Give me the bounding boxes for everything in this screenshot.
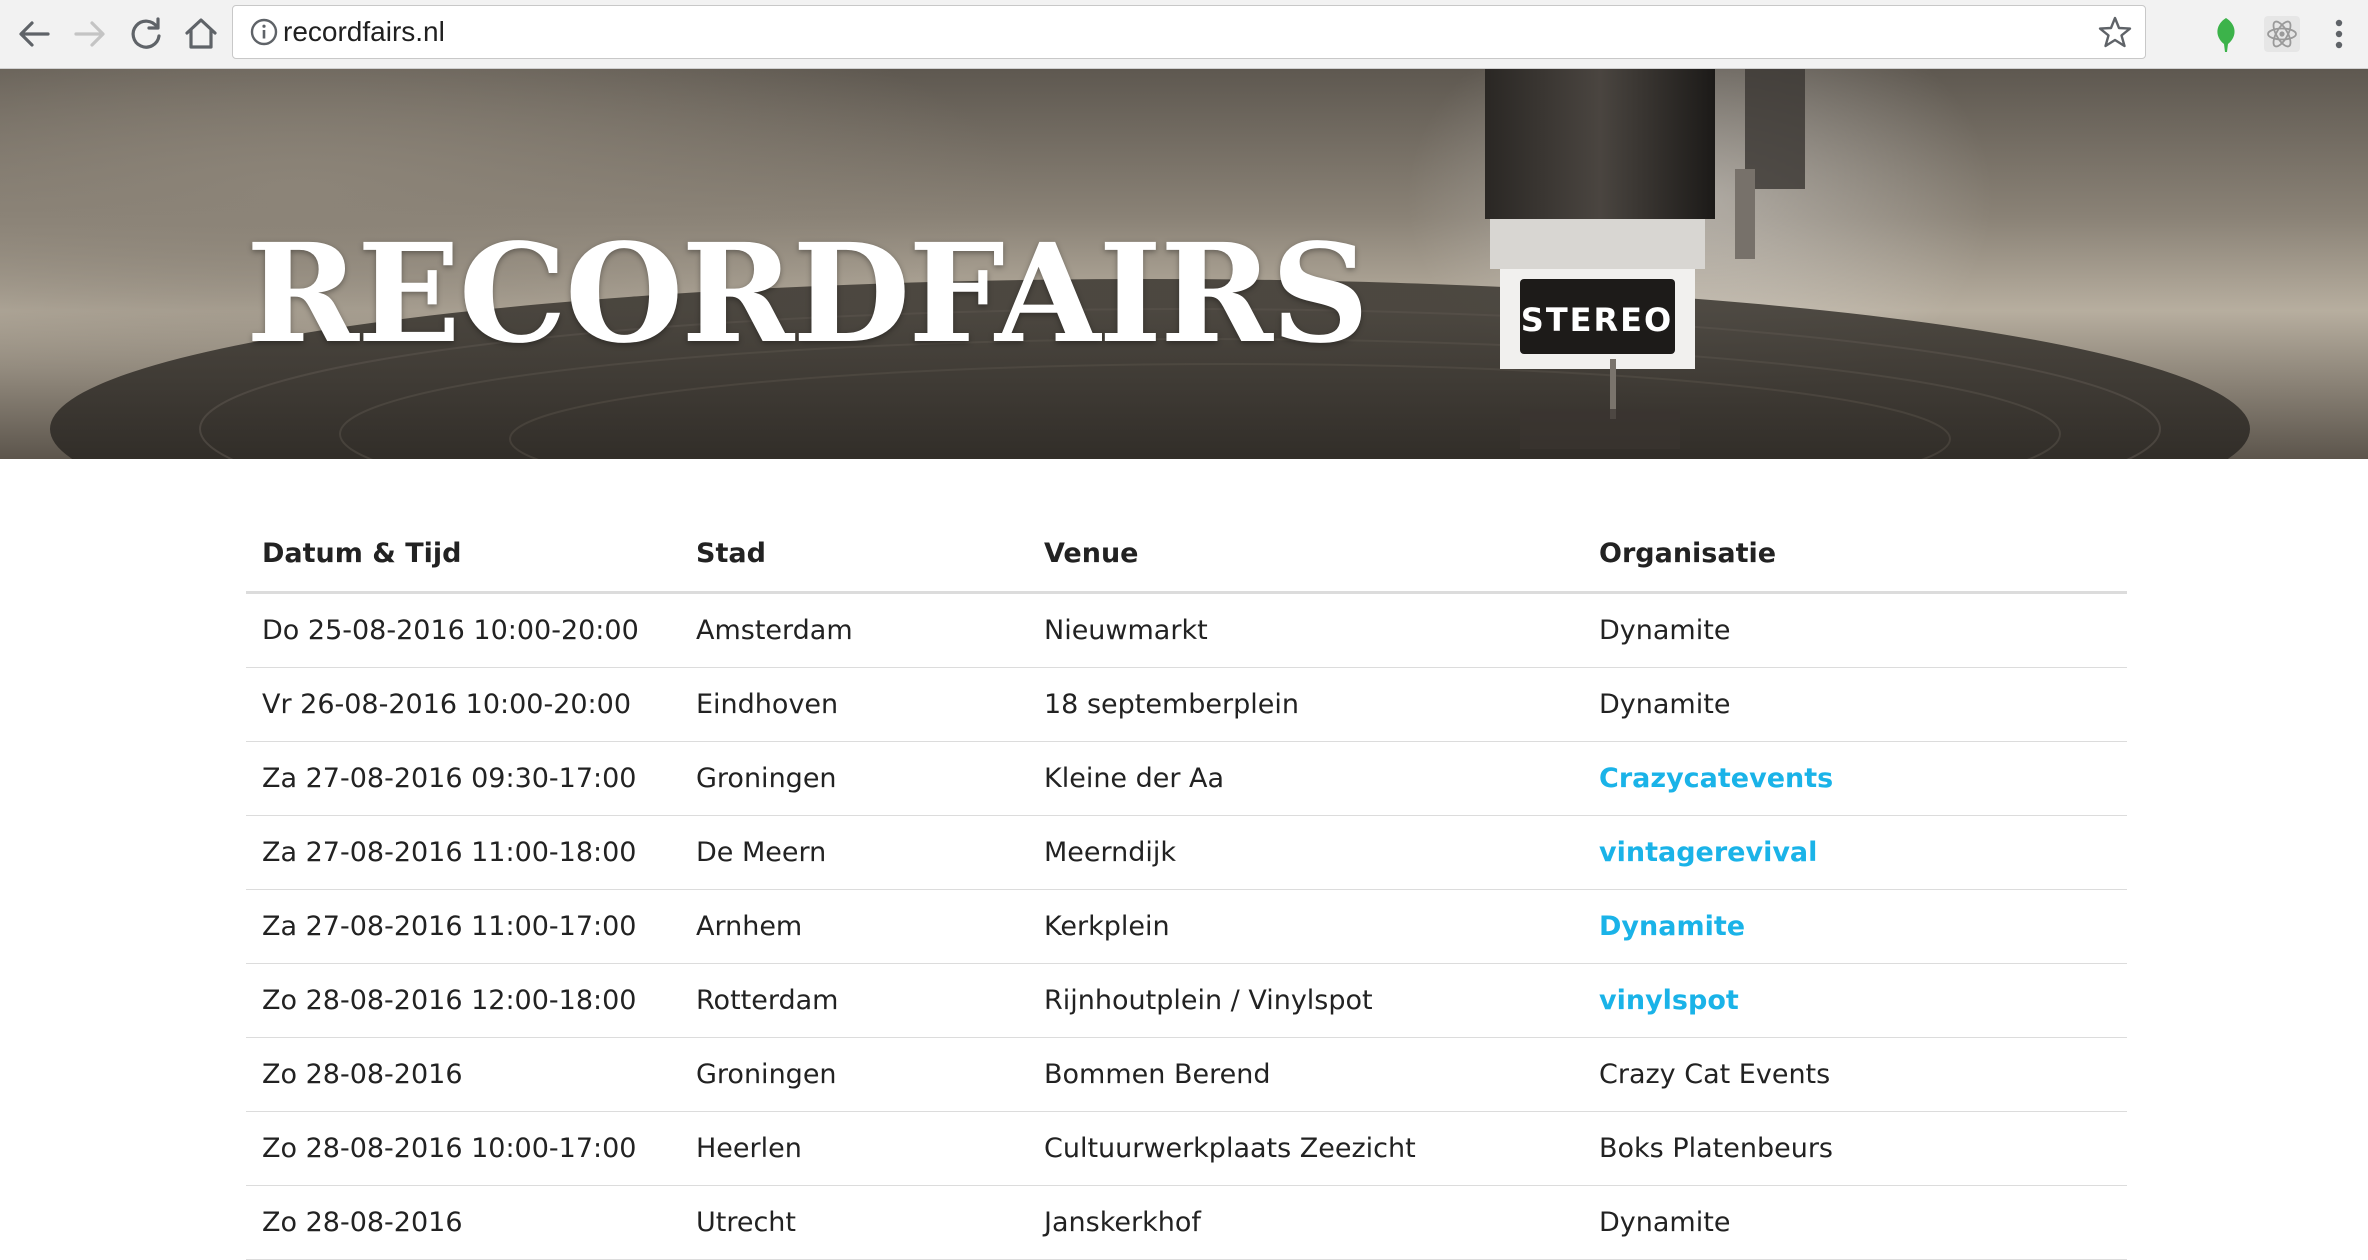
table-row: Zo 28-08-2016 12:00-18:00 Rotterdam Rijn… [246, 963, 2127, 1038]
home-icon[interactable] [177, 10, 225, 58]
cell-date: Za 27-08-2016 11:00-17:00 [246, 889, 680, 964]
header-city: Stad [680, 515, 1028, 594]
cell-date: Zo 28-08-2016 12:00-18:00 [246, 963, 680, 1038]
organisation-link[interactable]: Crazycatevents [1599, 763, 1833, 794]
reload-icon[interactable] [122, 10, 170, 58]
table-header-row: Datum & Tijd Stad Venue Organisatie [246, 515, 2127, 594]
cell-venue: Kerkplein [1028, 889, 1583, 964]
cell-city: Amsterdam [680, 592, 1028, 668]
cell-date: Za 27-08-2016 09:30-17:00 [246, 741, 680, 816]
site-logo-title[interactable]: RECORDFAIRS [246, 219, 1369, 369]
extension-leaf-icon[interactable] [2206, 14, 2246, 54]
cell-organisation: vinylspot [1583, 963, 2127, 1038]
back-arrow-icon[interactable] [10, 10, 58, 58]
site-info-icon[interactable] [249, 17, 279, 47]
cell-venue: Kleine der Aa [1028, 741, 1583, 816]
cell-date: Do 25-08-2016 10:00-20:00 [246, 592, 680, 668]
cell-venue: Janskerkhof [1028, 1185, 1583, 1260]
table-row: Zo 28-08-2016 Utrecht Janskerkhof Dynami… [246, 1185, 2127, 1260]
cell-organisation: Dynamite [1583, 1185, 2127, 1260]
cell-venue: Cultuurwerkplaats Zeezicht [1028, 1111, 1583, 1186]
table-row: Do 25-08-2016 10:00-20:00 Amsterdam Nieu… [246, 592, 2127, 668]
cell-date: Zo 28-08-2016 10:00-17:00 [246, 1111, 680, 1186]
cell-city: Groningen [680, 1037, 1028, 1112]
stereo-label: STEREO [1521, 301, 1673, 339]
cell-organisation: Crazycatevents [1583, 741, 2127, 816]
table-row: Zo 28-08-2016 10:00-17:00 Heerlen Cultuu… [246, 1111, 2127, 1186]
cell-venue: 18 septemberplein [1028, 667, 1583, 742]
cell-venue: Meerndijk [1028, 815, 1583, 890]
organisation-link[interactable]: vintagerevival [1599, 837, 1817, 868]
cell-city: De Meern [680, 815, 1028, 890]
cell-organisation: Dynamite [1583, 592, 2127, 668]
forward-arrow-icon[interactable] [66, 10, 114, 58]
table-row: Za 27-08-2016 11:00-18:00 De Meern Meern… [246, 815, 2127, 890]
hero-banner: STEREO RECORDFAIRS [0, 69, 2368, 459]
extension-react-icon[interactable] [2262, 14, 2302, 54]
cell-city: Arnhem [680, 889, 1028, 964]
events-table: Datum & Tijd Stad Venue Organisatie Do 2… [246, 515, 2127, 1260]
header-organisation: Organisatie [1583, 515, 2127, 594]
cell-date: Za 27-08-2016 11:00-18:00 [246, 815, 680, 890]
cell-organisation: Boks Platenbeurs [1583, 1111, 2127, 1186]
address-bar[interactable]: recordfairs.nl [232, 5, 2146, 59]
cell-city: Eindhoven [680, 667, 1028, 742]
cell-organisation: Dynamite [1583, 889, 2127, 964]
table-row: Zo 28-08-2016 Groningen Bommen Berend Cr… [246, 1037, 2127, 1112]
organisation-link[interactable]: vinylspot [1599, 985, 1739, 1016]
browser-menu-icon[interactable] [2324, 14, 2354, 54]
cell-date: Zo 28-08-2016 [246, 1185, 680, 1260]
table-row: Vr 26-08-2016 10:00-20:00 Eindhoven 18 s… [246, 667, 2127, 742]
cell-venue: Bommen Berend [1028, 1037, 1583, 1112]
cell-city: Rotterdam [680, 963, 1028, 1038]
browser-toolbar: recordfairs.nl [0, 0, 2368, 69]
cell-date: Vr 26-08-2016 10:00-20:00 [246, 667, 680, 742]
cell-date: Zo 28-08-2016 [246, 1037, 680, 1112]
cell-organisation: Crazy Cat Events [1583, 1037, 2127, 1112]
organisation-link[interactable]: Dynamite [1599, 911, 1745, 942]
cell-city: Groningen [680, 741, 1028, 816]
table-row: Za 27-08-2016 09:30-17:00 Groningen Klei… [246, 741, 2127, 816]
cell-city: Utrecht [680, 1185, 1028, 1260]
header-venue: Venue [1028, 515, 1583, 594]
table-row: Za 27-08-2016 11:00-17:00 Arnhem Kerkple… [246, 889, 2127, 964]
cell-venue: Rijnhoutplein / Vinylspot [1028, 963, 1583, 1038]
bookmark-star-icon[interactable] [2097, 14, 2133, 50]
url-text[interactable]: recordfairs.nl [283, 16, 445, 48]
header-date: Datum & Tijd [246, 515, 680, 594]
cell-organisation: vintagerevival [1583, 815, 2127, 890]
cell-venue: Nieuwmarkt [1028, 592, 1583, 668]
cell-organisation: Dynamite [1583, 667, 2127, 742]
cell-city: Heerlen [680, 1111, 1028, 1186]
